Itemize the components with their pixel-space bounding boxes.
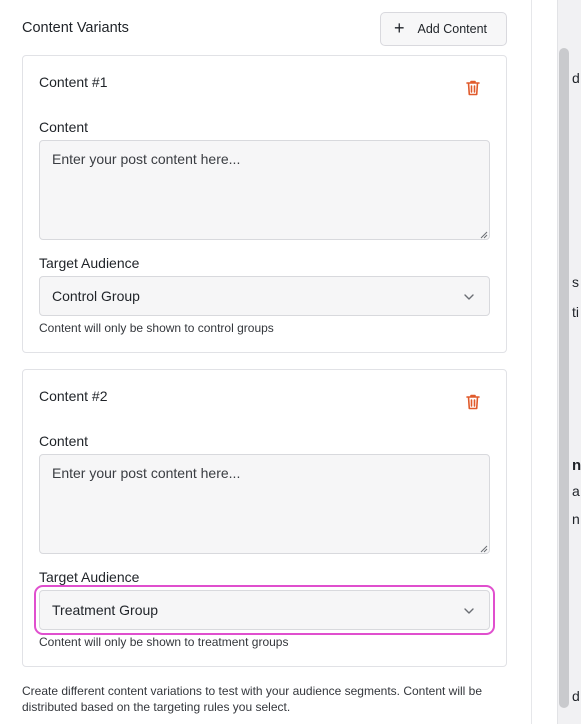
target-audience-label: Target Audience: [39, 569, 140, 585]
select-value: Treatment Group: [52, 602, 159, 618]
chevron-down-icon: [464, 294, 474, 300]
clipped-text: n: [572, 511, 580, 527]
content-label: Content: [39, 119, 89, 135]
content-card-1: Content #1 Content Target Audience Contr…: [22, 55, 507, 353]
add-content-button[interactable]: + Add Content: [380, 12, 507, 46]
clipped-text: s: [572, 274, 579, 290]
page: Content Variants + Add Content Content #…: [0, 0, 581, 724]
panel-title: Content Variants: [22, 20, 129, 36]
audience-hint: Content will only be shown to control gr…: [39, 321, 274, 335]
clipped-text: d: [572, 70, 580, 86]
target-audience-select[interactable]: Treatment Group: [34, 585, 495, 635]
clipped-text: ti: [572, 304, 579, 320]
content-card-2: Content #2 Content Target Audience Treat…: [22, 369, 507, 667]
content-label: Content: [39, 433, 89, 449]
clipped-text: nc: [572, 457, 581, 474]
trash-icon[interactable]: [465, 79, 481, 97]
card-title: Content #2: [39, 388, 108, 404]
target-audience-label: Target Audience: [39, 255, 140, 271]
content-textarea[interactable]: [39, 454, 490, 554]
clipped-text: a: [572, 483, 580, 499]
card-title: Content #1: [39, 74, 108, 90]
add-content-label: Add Content: [417, 22, 488, 36]
chevron-down-icon: [464, 608, 474, 614]
plus-icon: +: [394, 18, 405, 38]
target-audience-select[interactable]: Control Group: [39, 276, 490, 316]
footer-description: Create different content variations to t…: [22, 684, 483, 714]
trash-icon[interactable]: [465, 393, 481, 411]
audience-hint: Content will only be shown to treatment …: [39, 635, 289, 649]
select-value: Control Group: [52, 288, 140, 304]
panel-divider: [531, 0, 557, 724]
clipped-text: d: [572, 688, 580, 704]
scrollbar-thumb[interactable]: [559, 48, 569, 708]
content-textarea[interactable]: [39, 140, 490, 240]
